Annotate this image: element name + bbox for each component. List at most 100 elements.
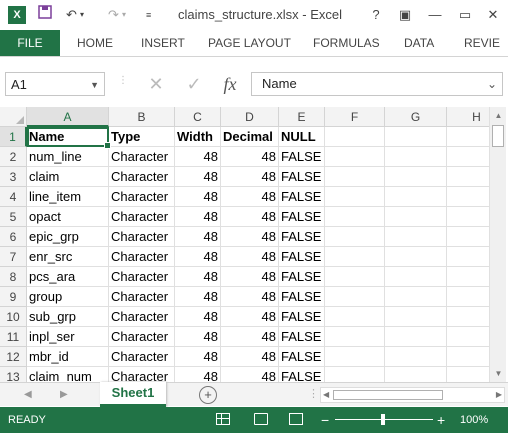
cell-b9[interactable]: Character — [109, 287, 175, 307]
ribbon-display-button[interactable]: ▣ — [393, 4, 417, 26]
save-icon[interactable] — [38, 5, 52, 25]
cell-c12[interactable]: 48 — [175, 347, 221, 367]
tab-split-handle-icon[interactable]: ⋮ — [308, 387, 319, 400]
cell-h13[interactable] — [447, 367, 489, 382]
cell-e7[interactable]: FALSE — [279, 247, 325, 267]
cell-f1[interactable] — [325, 127, 385, 147]
tab-file[interactable]: FILE — [0, 30, 60, 56]
add-sheet-button[interactable]: + — [199, 386, 217, 404]
column-header-c[interactable]: C — [175, 107, 221, 127]
vertical-scrollbar[interactable]: ▲ ▼ — [489, 107, 506, 382]
redo-dropdown-icon[interactable]: ▾ — [122, 5, 126, 25]
cell-g7[interactable] — [385, 247, 447, 267]
cell-a2[interactable]: num_line — [27, 147, 109, 167]
chevron-down-icon[interactable]: ▼ — [90, 73, 99, 97]
cell-b2[interactable]: Character — [109, 147, 175, 167]
horizontal-scrollbar[interactable]: ◀ ▶ — [320, 387, 505, 403]
cell-h11[interactable] — [447, 327, 489, 347]
cell-h7[interactable] — [447, 247, 489, 267]
tab-insert[interactable]: INSERT — [141, 30, 185, 56]
row-header[interactable]: 5 — [0, 207, 27, 227]
row-header[interactable]: 10 — [0, 307, 27, 327]
drag-handle-icon[interactable]: ⋮ — [118, 75, 128, 86]
vertical-scroll-thumb[interactable] — [492, 125, 504, 147]
cell-h4[interactable] — [447, 187, 489, 207]
cell-g2[interactable] — [385, 147, 447, 167]
row-header[interactable]: 12 — [0, 347, 27, 367]
cell-h1[interactable] — [447, 127, 489, 147]
cell-e13[interactable]: FALSE — [279, 367, 325, 382]
cell-e10[interactable]: FALSE — [279, 307, 325, 327]
row-header[interactable]: 1 — [0, 127, 27, 147]
cell-g4[interactable] — [385, 187, 447, 207]
scroll-down-icon[interactable]: ▼ — [490, 365, 507, 382]
column-header-g[interactable]: G — [385, 107, 447, 127]
cell-f9[interactable] — [325, 287, 385, 307]
column-header-b[interactable]: B — [109, 107, 175, 127]
cell-d5[interactable]: 48 — [221, 207, 279, 227]
cell-b7[interactable]: Character — [109, 247, 175, 267]
cell-a3[interactable]: claim — [27, 167, 109, 187]
cell-g5[interactable] — [385, 207, 447, 227]
row-header[interactable]: 4 — [0, 187, 27, 207]
expand-formula-icon[interactable]: ⌄ — [487, 73, 497, 95]
column-header-a[interactable]: A — [27, 107, 109, 127]
zoom-out-button[interactable]: − — [321, 407, 329, 433]
page-layout-view-icon[interactable] — [254, 413, 268, 425]
cell-h2[interactable] — [447, 147, 489, 167]
cell-a13[interactable]: claim_num — [27, 367, 109, 382]
cell-d3[interactable]: 48 — [221, 167, 279, 187]
cell-f5[interactable] — [325, 207, 385, 227]
cell-e4[interactable]: FALSE — [279, 187, 325, 207]
cell-a12[interactable]: mbr_id — [27, 347, 109, 367]
cell-e6[interactable]: FALSE — [279, 227, 325, 247]
select-all-button[interactable] — [0, 107, 27, 127]
scroll-up-icon[interactable]: ▲ — [490, 107, 507, 124]
cell-b4[interactable]: Character — [109, 187, 175, 207]
undo-icon[interactable]: ↶ — [66, 5, 77, 25]
zoom-level[interactable]: 100% — [460, 407, 488, 433]
prev-sheet-icon[interactable]: ◀ — [24, 383, 32, 407]
column-header-d[interactable]: D — [221, 107, 279, 127]
cell-a7[interactable]: enr_src — [27, 247, 109, 267]
cell-f13[interactable] — [325, 367, 385, 382]
cell-c7[interactable]: 48 — [175, 247, 221, 267]
cell-c3[interactable]: 48 — [175, 167, 221, 187]
cell-f2[interactable] — [325, 147, 385, 167]
cell-d9[interactable]: 48 — [221, 287, 279, 307]
cell-f12[interactable] — [325, 347, 385, 367]
redo-icon[interactable]: ↷ — [108, 5, 119, 25]
cell-b13[interactable]: Character — [109, 367, 175, 382]
cell-b5[interactable]: Character — [109, 207, 175, 227]
cell-c5[interactable]: 48 — [175, 207, 221, 227]
cell-f3[interactable] — [325, 167, 385, 187]
minimize-button[interactable]: — — [423, 4, 447, 26]
cell-b11[interactable]: Character — [109, 327, 175, 347]
cancel-icon[interactable]: ✕ — [143, 72, 169, 96]
cell-h3[interactable] — [447, 167, 489, 187]
tab-page-layout[interactable]: PAGE LAYOUT — [208, 30, 291, 56]
cell-d7[interactable]: 48 — [221, 247, 279, 267]
cell-f10[interactable] — [325, 307, 385, 327]
sheet-tab-sheet1[interactable]: Sheet1 — [100, 382, 166, 407]
cell-g11[interactable] — [385, 327, 447, 347]
cell-h5[interactable] — [447, 207, 489, 227]
cell-g10[interactable] — [385, 307, 447, 327]
normal-view-icon[interactable] — [216, 413, 230, 425]
cell-e9[interactable]: FALSE — [279, 287, 325, 307]
cell-c4[interactable]: 48 — [175, 187, 221, 207]
row-header[interactable]: 3 — [0, 167, 27, 187]
row-header[interactable]: 6 — [0, 227, 27, 247]
next-sheet-icon[interactable]: ▶ — [60, 383, 68, 407]
cell-b1[interactable]: Type — [109, 127, 175, 147]
zoom-in-button[interactable]: + — [437, 407, 445, 433]
cell-c8[interactable]: 48 — [175, 267, 221, 287]
cell-c13[interactable]: 48 — [175, 367, 221, 382]
cell-d1[interactable]: Decimal — [221, 127, 279, 147]
help-button[interactable]: ? — [364, 4, 388, 26]
formula-input[interactable]: Name ⌄ — [251, 72, 503, 96]
cell-b12[interactable]: Character — [109, 347, 175, 367]
tab-home[interactable]: HOME — [77, 30, 113, 56]
row-header[interactable]: 13 — [0, 367, 27, 382]
cell-d4[interactable]: 48 — [221, 187, 279, 207]
